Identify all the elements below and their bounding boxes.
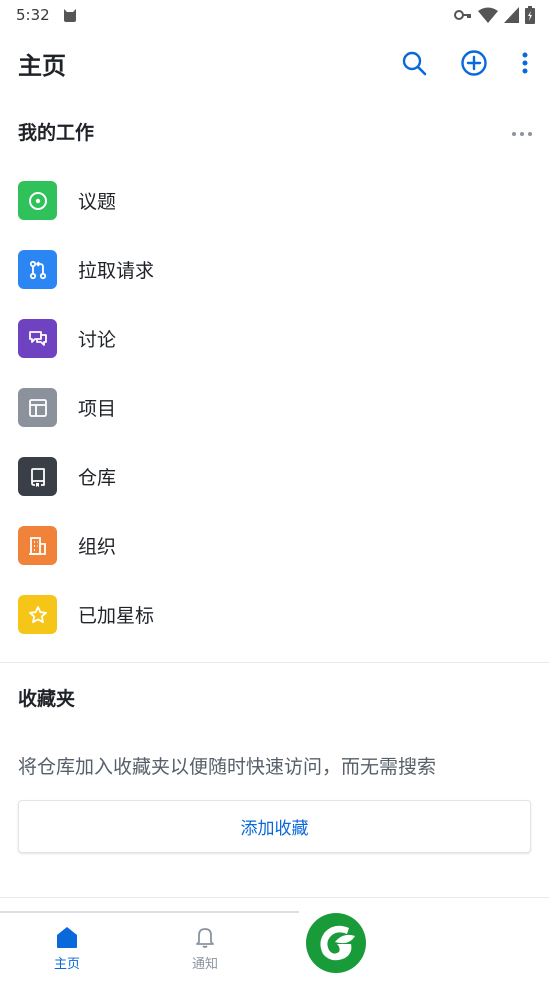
battery-icon — [525, 6, 535, 24]
pull-request-icon — [29, 260, 46, 279]
add-button[interactable] — [455, 44, 493, 82]
work-item-starred[interactable]: 已加星标 — [0, 580, 549, 649]
work-item-label: 讨论 — [78, 329, 117, 351]
home-screen: 5:32 主页 我的工作 议题 拉取请求 讨论 项目 仓库 组织 已加星标 收藏… — [0, 0, 549, 981]
repo-icon — [30, 467, 45, 487]
project-tile — [18, 388, 57, 427]
bottom-navigation: 主页 通知 — [0, 911, 549, 981]
favorites-title: 收藏夹 — [18, 687, 76, 710]
nav-label: 主页 — [53, 957, 80, 972]
section-divider — [0, 662, 549, 663]
work-item-issues[interactable]: 议题 — [0, 166, 549, 235]
cat-icon — [62, 7, 78, 23]
page-title: 主页 — [18, 51, 66, 80]
work-item-label: 议题 — [78, 191, 117, 213]
work-item-discussions[interactable]: 讨论 — [0, 304, 549, 373]
work-item-label: 已加星标 — [78, 605, 155, 627]
add-favorite-button[interactable]: 添加收藏 — [18, 800, 531, 853]
organization-tile — [18, 526, 57, 565]
nav-tab-home[interactable]: 主页 — [32, 925, 102, 972]
section-divider — [0, 897, 549, 898]
nav-label: 通知 — [191, 957, 218, 972]
discussion-tile — [18, 319, 57, 358]
add-circle-icon — [461, 50, 487, 76]
issue-icon — [28, 191, 47, 210]
favorites-header: 收藏夹 — [0, 677, 549, 717]
issue-tile — [18, 181, 57, 220]
star-icon — [28, 605, 47, 623]
my-work-more-button[interactable] — [511, 122, 533, 141]
my-work-list: 议题 拉取请求 讨论 项目 仓库 组织 已加星标 — [0, 166, 549, 649]
work-item-organizations[interactable]: 组织 — [0, 511, 549, 580]
nav-tab-notifications[interactable]: 通知 — [170, 925, 240, 972]
bell-icon — [196, 928, 214, 948]
signal-icon — [504, 7, 519, 23]
home-icon — [57, 927, 77, 948]
wifi-icon — [478, 7, 498, 23]
work-item-projects[interactable]: 项目 — [0, 373, 549, 442]
key-icon — [454, 8, 472, 22]
app-bar: 主页 — [0, 30, 549, 96]
work-item-pull-requests[interactable]: 拉取请求 — [0, 235, 549, 304]
watermark-logo-icon — [306, 913, 366, 973]
favorites-description: 将仓库加入收藏夹以便随时快速访问，而无需搜索 — [18, 756, 437, 778]
discussion-icon — [28, 330, 47, 346]
search-button[interactable] — [395, 44, 433, 82]
work-item-label: 拉取请求 — [78, 260, 155, 282]
status-bar: 5:32 — [0, 0, 549, 30]
organization-icon — [28, 536, 46, 555]
status-time: 5:32 — [16, 6, 50, 24]
pull-request-tile — [18, 250, 57, 289]
my-work-header: 我的工作 — [0, 111, 549, 151]
my-work-title: 我的工作 — [18, 121, 95, 144]
nav-top-border — [0, 911, 299, 913]
work-item-label: 组织 — [78, 536, 117, 558]
work-item-label: 仓库 — [78, 467, 117, 489]
repo-tile — [18, 457, 57, 496]
star-tile — [18, 595, 57, 634]
work-item-repositories[interactable]: 仓库 — [0, 442, 549, 511]
more-options-button[interactable] — [515, 44, 535, 82]
work-item-label: 项目 — [78, 398, 117, 420]
more-vertical-icon — [522, 52, 528, 74]
project-icon — [28, 398, 47, 417]
search-icon — [402, 51, 427, 76]
more-horizontal-icon — [512, 131, 532, 136]
